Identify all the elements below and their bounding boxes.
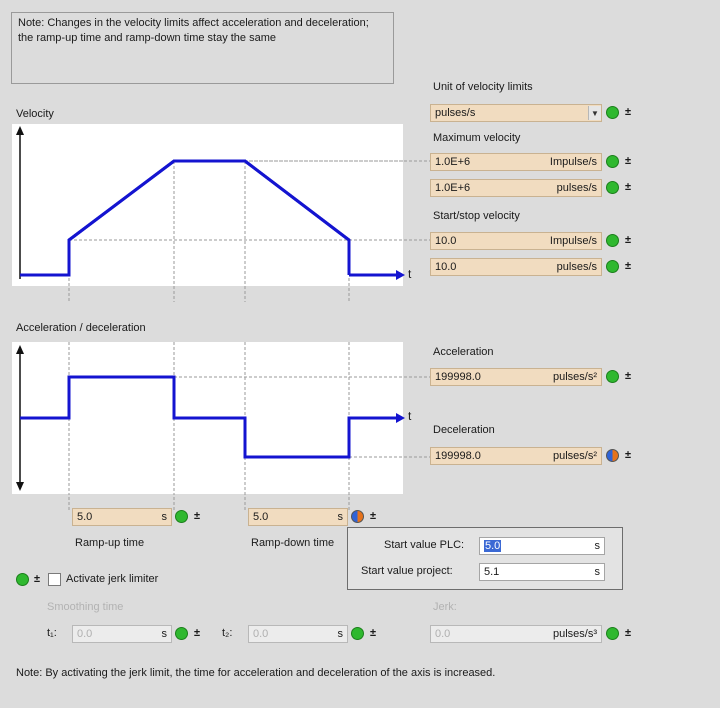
status-ok-icon <box>351 627 364 640</box>
status-ok-icon <box>175 627 188 640</box>
status-ok-icon <box>606 181 619 194</box>
max-velocity-impulse-field[interactable]: 1.0E+6 Impulse/s <box>430 153 602 171</box>
max-velocity-pulses-unit: pulses/s <box>556 182 597 194</box>
accel-t-axis-label: t <box>408 409 412 423</box>
ramp-up-time-label: Ramp-up time <box>75 537 145 549</box>
status-ok-icon <box>606 234 619 247</box>
t2-field[interactable]: 0.0 s <box>248 625 348 643</box>
max-velocity-pulses-value: 1.0E+6 <box>435 182 471 194</box>
ramp-down-time-label: Ramp-down time <box>251 537 335 549</box>
plus-minus-icon[interactable]: ± <box>623 370 633 383</box>
accel-chart-label: Acceleration / deceleration <box>16 322 146 334</box>
start-value-project-value: 5.1 <box>484 566 500 578</box>
deceleration-unit: pulses/s² <box>552 450 597 462</box>
jerk-label: Jerk: <box>433 601 457 613</box>
ramp-up-time-value: 5.0 <box>77 511 93 523</box>
start-value-project-field[interactable]: 5.1 s <box>479 563 605 581</box>
jerk-limiter-label: Activate jerk limiter <box>66 573 159 585</box>
start-value-project-unit: s <box>594 566 601 578</box>
plus-minus-icon[interactable]: ± <box>368 510 378 523</box>
status-ok-icon <box>606 260 619 273</box>
plus-minus-icon[interactable]: ± <box>623 155 633 168</box>
ramp-up-time-unit: s <box>161 511 168 523</box>
plus-minus-icon[interactable]: ± <box>623 234 633 247</box>
t1-field[interactable]: 0.0 s <box>72 625 172 643</box>
deceleration-value: 199998.0 <box>435 450 481 462</box>
ramp-down-time-value: 5.0 <box>253 511 269 523</box>
t1-label: t₁: <box>47 627 57 639</box>
status-ok-icon <box>606 370 619 383</box>
acceleration-label: Acceleration <box>433 346 494 358</box>
start-value-project-label: Start value project: <box>361 565 453 577</box>
t2-value: 0.0 <box>253 628 269 640</box>
status-mismatch-icon <box>351 510 364 523</box>
status-ok-icon <box>606 155 619 168</box>
start-value-popup: Start value PLC: 5.0 s Start value proje… <box>347 527 623 590</box>
status-ok-icon <box>175 510 188 523</box>
t2-unit: s <box>337 628 344 640</box>
jerk-note: Note: By activating the jerk limit, the … <box>16 667 496 679</box>
plus-minus-icon[interactable]: ± <box>623 627 633 640</box>
start-stop-impulse-field[interactable]: 10.0 Impulse/s <box>430 232 602 250</box>
start-value-plc-label: Start value PLC: <box>384 539 465 551</box>
plus-minus-icon[interactable]: ± <box>192 627 202 640</box>
deceleration-field[interactable]: 199998.0 pulses/s² <box>430 447 602 465</box>
start-stop-pulses-unit: pulses/s <box>556 261 597 273</box>
plus-minus-icon[interactable]: ± <box>192 510 202 523</box>
ramp-up-time-field[interactable]: 5.0 s <box>72 508 172 526</box>
t2-label: t₂: <box>222 627 233 639</box>
velocity-t-axis-label: t <box>408 267 412 281</box>
start-value-plc-value: 5.0 <box>484 540 502 552</box>
start-value-plc-field[interactable]: 5.0 s <box>479 537 605 555</box>
plus-minus-icon[interactable]: ± <box>368 627 378 640</box>
plus-minus-icon[interactable]: ± <box>623 449 633 462</box>
jerk-limiter-checkbox[interactable] <box>48 573 61 586</box>
start-stop-pulses-value: 10.0 <box>435 261 457 273</box>
t1-value: 0.0 <box>77 628 93 640</box>
smoothing-time-label: Smoothing time <box>47 601 124 613</box>
max-velocity-impulse-unit: Impulse/s <box>549 156 597 168</box>
acceleration-field[interactable]: 199998.0 pulses/s² <box>430 368 602 386</box>
max-velocity-label: Maximum velocity <box>433 132 521 144</box>
start-stop-pulses-field[interactable]: 10.0 pulses/s <box>430 258 602 276</box>
plus-minus-icon[interactable]: ± <box>623 260 633 273</box>
plus-minus-icon[interactable]: ± <box>32 573 42 586</box>
start-stop-impulse-value: 10.0 <box>435 235 457 247</box>
plus-minus-icon[interactable]: ± <box>623 181 633 194</box>
velocity-x-arrow <box>396 270 405 280</box>
jerk-field[interactable]: 0.0 pulses/s³ <box>430 625 602 643</box>
deceleration-label: Deceleration <box>433 424 495 436</box>
status-mismatch-icon <box>606 449 619 462</box>
status-ok-icon <box>16 573 29 586</box>
start-value-plc-unit: s <box>594 540 601 552</box>
ramp-down-time-unit: s <box>337 511 344 523</box>
jerk-unit: pulses/s³ <box>552 628 597 640</box>
acceleration-unit: pulses/s² <box>552 371 597 383</box>
acceleration-value: 199998.0 <box>435 371 481 383</box>
start-stop-impulse-unit: Impulse/s <box>549 235 597 247</box>
max-velocity-pulses-field[interactable]: 1.0E+6 pulses/s <box>430 179 602 197</box>
velocity-y-arrow <box>16 126 24 135</box>
max-velocity-impulse-value: 1.0E+6 <box>435 156 471 168</box>
jerk-value: 0.0 <box>435 628 451 640</box>
start-stop-velocity-label: Start/stop velocity <box>433 210 520 222</box>
t1-unit: s <box>161 628 168 640</box>
status-ok-icon <box>606 627 619 640</box>
ramp-down-time-field[interactable]: 5.0 s <box>248 508 348 526</box>
